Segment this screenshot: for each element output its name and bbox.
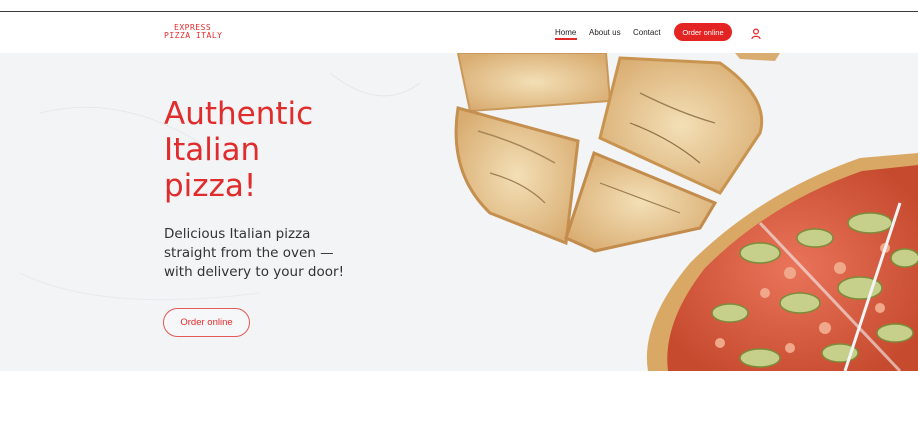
hero-headline-line: Authentic <box>164 96 314 132</box>
hero-order-online-button[interactable]: Order online <box>163 308 250 337</box>
nav-about-link[interactable]: About us <box>589 28 621 46</box>
nav-home-link[interactable]: Home <box>555 28 576 46</box>
user-icon[interactable] <box>751 25 761 40</box>
nav-contact-link[interactable]: Contact <box>633 28 661 46</box>
page: EXPRESS PIZZA ITALY Home About us Contac… <box>0 0 918 446</box>
nav-home-active-indicator <box>555 38 577 40</box>
header-order-online-button[interactable]: Order online <box>674 23 732 41</box>
hero-subtitle-line: Delicious Italian pizza <box>164 226 311 242</box>
hero-subtitle-line: with delivery to your door! <box>164 264 344 280</box>
hero-subtitle: Delicious Italian pizza straight from th… <box>164 225 364 282</box>
hero-subtitle-line: straight from the oven — <box>164 245 334 261</box>
logo[interactable]: EXPRESS PIZZA ITALY <box>164 24 240 42</box>
pizza-slices-image <box>0 53 918 371</box>
logo-line-2: PIZZA ITALY <box>164 31 223 40</box>
hero-headline-line: Italian <box>164 132 261 168</box>
hero-order-online-label: Order online <box>180 317 233 328</box>
hero-headline: Authentic Italian pizza! <box>164 96 364 204</box>
header-order-online-label: Order online <box>682 27 724 37</box>
hero-headline-line: pizza! <box>164 168 257 204</box>
top-border <box>0 11 918 12</box>
hero-section <box>0 53 918 371</box>
